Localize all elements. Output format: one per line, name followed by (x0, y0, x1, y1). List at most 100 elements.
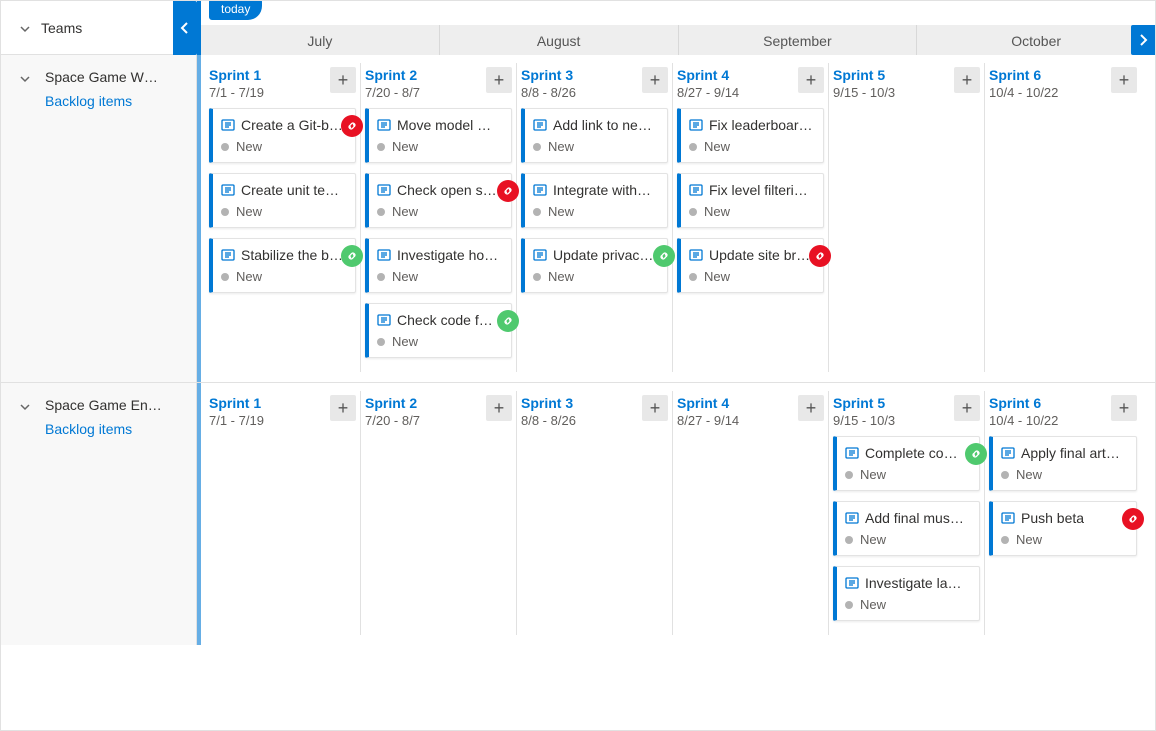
sprint-column: Sprint 27/20 - 8/7+ (361, 391, 517, 635)
add-item-button[interactable]: + (1111, 395, 1137, 421)
state-label: New (1016, 467, 1042, 482)
backlog-item-icon (221, 183, 235, 197)
team-sidebar: Space Game W… Backlog items (1, 55, 197, 382)
add-item-button[interactable]: + (642, 67, 668, 93)
card-title: Fix level filteri… (709, 182, 808, 198)
work-item-card[interactable]: Investigate la… New (833, 566, 980, 621)
card-title: Add link to ne… (553, 117, 652, 133)
timeline-next-button[interactable] (1131, 25, 1155, 55)
sprint-dates: 7/1 - 7/19 (209, 85, 264, 100)
state-dot-icon (221, 143, 229, 151)
sprint-title-link[interactable]: Sprint 5 (833, 67, 895, 83)
state-label: New (392, 269, 418, 284)
today-pill[interactable]: today (209, 0, 262, 20)
team-sidebar: Space Game En… Backlog items (1, 383, 197, 645)
state-dot-icon (1001, 471, 1009, 479)
backlog-item-icon (1001, 511, 1015, 525)
card-title: Integrate with… (553, 182, 651, 198)
chevron-down-icon[interactable] (19, 73, 31, 85)
sprint-title-link[interactable]: Sprint 1 (209, 67, 264, 83)
work-item-card[interactable]: Update privac…New (521, 238, 668, 293)
work-item-card[interactable]: Fix leaderboar…New (677, 108, 824, 163)
work-item-card[interactable]: Move model …New (365, 108, 512, 163)
add-item-button[interactable]: + (798, 67, 824, 93)
add-item-button[interactable]: + (330, 67, 356, 93)
sprint-column: Sprint 59/15 - 10/3+Complete co…NewAdd f… (829, 391, 985, 635)
work-item-card[interactable]: Fix level filteri… New (677, 173, 824, 228)
work-item-card[interactable]: Apply final art…New (989, 436, 1137, 491)
work-item-card[interactable]: Stabilize the b…New (209, 238, 356, 293)
team-name[interactable]: Space Game En… (45, 397, 186, 413)
chevron-down-icon[interactable] (19, 401, 31, 413)
sprint-title-link[interactable]: Sprint 4 (677, 395, 739, 411)
card-title-row: Update privac… (533, 247, 657, 263)
card-title-row: Update site br… (689, 247, 813, 263)
state-label: New (704, 269, 730, 284)
work-item-card[interactable]: Add link to ne… New (521, 108, 668, 163)
card-state: New (689, 139, 813, 154)
sprint-title-link[interactable]: Sprint 5 (833, 395, 895, 411)
link-green-icon[interactable] (653, 245, 675, 267)
card-state: New (845, 597, 969, 612)
add-item-button[interactable]: + (486, 67, 512, 93)
sprint-column: Sprint 38/8 - 8/26+ (517, 391, 673, 635)
chevron-down-icon[interactable] (19, 23, 31, 35)
add-item-button[interactable]: + (954, 67, 980, 93)
work-item-card[interactable]: Check code f… New (365, 303, 512, 358)
sprint-title-link[interactable]: Sprint 6 (989, 67, 1058, 83)
state-dot-icon (689, 208, 697, 216)
work-item-card[interactable]: Complete co…New (833, 436, 980, 491)
work-item-card[interactable]: Update site br… New (677, 238, 824, 293)
sprint-title-link[interactable]: Sprint 4 (677, 67, 739, 83)
work-item-card[interactable]: Push betaNew (989, 501, 1137, 556)
work-item-card[interactable]: Investigate ho…New (365, 238, 512, 293)
sprint-title-link[interactable]: Sprint 3 (521, 395, 576, 411)
sprint-column: Sprint 27/20 - 8/7+Move model …NewCheck … (361, 63, 517, 372)
card-title: Create a Git-b… (241, 117, 343, 133)
work-item-card[interactable]: Check open s…New (365, 173, 512, 228)
backlog-item-icon (1001, 446, 1015, 460)
link-red-icon[interactable] (497, 180, 519, 202)
link-green-icon[interactable] (965, 443, 987, 465)
state-label: New (548, 139, 574, 154)
teams-header: Teams (1, 1, 197, 55)
state-label: New (392, 334, 418, 349)
link-red-icon[interactable] (1122, 508, 1144, 530)
link-green-icon[interactable] (341, 245, 363, 267)
sprint-header: Sprint 38/8 - 8/26+ (521, 67, 668, 100)
month-cell: August (439, 25, 678, 55)
card-state: New (377, 204, 501, 219)
card-title: Investigate la… (865, 575, 962, 591)
work-item-card[interactable]: Create unit te…New (209, 173, 356, 228)
sprint-title-link[interactable]: Sprint 2 (365, 395, 420, 411)
sprints-track: Sprint 17/1 - 7/19+Sprint 27/20 - 8/7+Sp… (201, 383, 1155, 645)
link-green-icon[interactable] (497, 310, 519, 332)
sprint-title-link[interactable]: Sprint 1 (209, 395, 264, 411)
work-item-card[interactable]: Integrate with…New (521, 173, 668, 228)
work-item-card[interactable]: Add final mus…New (833, 501, 980, 556)
sprint-title-link[interactable]: Sprint 2 (365, 67, 420, 83)
work-item-card[interactable]: Create a Git-b…New (209, 108, 356, 163)
add-item-button[interactable]: + (954, 395, 980, 421)
team-name[interactable]: Space Game W… (45, 69, 186, 85)
link-red-icon[interactable] (341, 115, 363, 137)
sprint-title-link[interactable]: Sprint 6 (989, 395, 1058, 411)
card-state: New (533, 139, 657, 154)
sprint-title-link[interactable]: Sprint 3 (521, 67, 576, 83)
add-item-button[interactable]: + (798, 395, 824, 421)
add-item-button[interactable]: + (1111, 67, 1137, 93)
card-title-row: Check code f… (377, 312, 501, 328)
timeline-prev-button[interactable] (173, 1, 197, 55)
add-item-button[interactable]: + (642, 395, 668, 421)
backlog-items-link[interactable]: Backlog items (45, 93, 186, 109)
add-item-button[interactable]: + (486, 395, 512, 421)
add-item-button[interactable]: + (330, 395, 356, 421)
card-state: New (689, 204, 813, 219)
card-title: Add final mus… (865, 510, 964, 526)
state-label: New (860, 597, 886, 612)
link-red-icon[interactable] (809, 245, 831, 267)
state-dot-icon (377, 338, 385, 346)
backlog-items-link[interactable]: Backlog items (45, 421, 186, 437)
state-dot-icon (533, 208, 541, 216)
sprint-dates: 10/4 - 10/22 (989, 85, 1058, 100)
